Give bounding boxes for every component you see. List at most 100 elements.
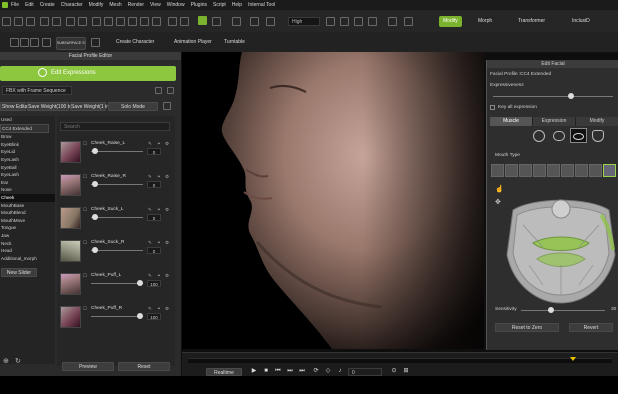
- edit-icon[interactable]: ✎: [148, 240, 152, 246]
- create-character-button[interactable]: Create Character: [112, 37, 158, 48]
- edit-icon[interactable]: ✎: [148, 273, 152, 279]
- animation-player-button[interactable]: Animation Player: [170, 37, 216, 48]
- grid-icon[interactable]: [326, 17, 335, 26]
- slider-handle[interactable]: [92, 247, 98, 253]
- solo-mode-button[interactable]: Solo Mode: [108, 102, 158, 111]
- list-item[interactable]: EyeLash: [0, 156, 55, 164]
- mouth-type-option[interactable]: [575, 164, 588, 177]
- view-icon[interactable]: [340, 17, 349, 26]
- transformer-button[interactable]: Transformer: [514, 16, 549, 27]
- material-icon[interactable]: [152, 17, 161, 26]
- mouth-type-option[interactable]: [505, 164, 518, 177]
- menu-view[interactable]: View: [150, 2, 161, 8]
- select-icon[interactable]: [198, 16, 207, 25]
- gear-icon[interactable]: ⚙: [165, 273, 169, 279]
- edit-icon[interactable]: ✎: [148, 174, 152, 180]
- sensitivity-handle[interactable]: [548, 307, 554, 313]
- list-item[interactable]: EyeLid: [0, 148, 55, 156]
- revert-button[interactable]: Revert: [569, 323, 613, 332]
- mouth-type-option-selected[interactable]: [603, 164, 616, 177]
- bake-icon[interactable]: [42, 38, 51, 47]
- mouth-type-option[interactable]: [561, 164, 574, 177]
- tab-expression[interactable]: Expression: [533, 117, 576, 126]
- list-item[interactable]: Jaw: [0, 232, 55, 240]
- head-icon[interactable]: [533, 130, 545, 142]
- reset-button[interactable]: Reset: [118, 362, 170, 371]
- crosshair-icon[interactable]: ⊕: [3, 357, 11, 365]
- search-input[interactable]: Search: [60, 122, 170, 131]
- slider-value[interactable]: 100: [147, 313, 161, 320]
- open-project-icon[interactable]: [14, 17, 23, 26]
- list-item[interactable]: MouthBlend: [0, 209, 55, 217]
- link-icon[interactable]: ⚭: [157, 240, 161, 246]
- import-icon[interactable]: [40, 17, 49, 26]
- list-item[interactable]: Tongue: [0, 224, 55, 232]
- shaded-icon[interactable]: [368, 17, 377, 26]
- mouth-type-option[interactable]: [519, 164, 532, 177]
- slider-track[interactable]: [91, 283, 143, 284]
- muscle-map[interactable]: [503, 195, 618, 305]
- character-icon[interactable]: [92, 17, 101, 26]
- sculpt-icon[interactable]: [10, 38, 19, 47]
- menu-edit[interactable]: Edit: [25, 2, 34, 8]
- loop-icon[interactable]: ⟳: [312, 368, 320, 375]
- edit-icon[interactable]: ✎: [148, 141, 152, 147]
- slider-track[interactable]: [91, 151, 143, 152]
- 3d-viewport[interactable]: [182, 52, 484, 349]
- slider-track[interactable]: [91, 316, 143, 317]
- mouth-type-option[interactable]: [491, 164, 504, 177]
- list-item[interactable]: Brow: [0, 133, 55, 141]
- move-icon[interactable]: [212, 17, 221, 26]
- folder-icon[interactable]: [155, 87, 162, 94]
- slider-value[interactable]: 0: [147, 181, 161, 188]
- key-all-checkbox[interactable]: [490, 105, 495, 110]
- jaw-icon[interactable]: [592, 130, 604, 142]
- pose-icon[interactable]: [116, 17, 125, 26]
- eye-icon[interactable]: [553, 131, 565, 141]
- slider-value[interactable]: 100: [147, 280, 161, 287]
- morph-icon[interactable]: [104, 17, 113, 26]
- menu-help[interactable]: Help: [232, 2, 242, 8]
- tab-modify[interactable]: Modify: [576, 117, 618, 126]
- new-project-icon[interactable]: [2, 17, 11, 26]
- stop-icon[interactable]: ■: [262, 368, 270, 375]
- list-item[interactable]: CC4 Extended: [0, 123, 49, 134]
- skin-icon[interactable]: [20, 38, 29, 47]
- new-slider-button[interactable]: New Slider: [1, 268, 37, 278]
- slider-handle[interactable]: [92, 148, 98, 154]
- preview-button[interactable]: Preview: [62, 362, 114, 371]
- gear-icon[interactable]: ⚙: [165, 240, 169, 246]
- wrinkle-icon[interactable]: [30, 38, 39, 47]
- edit-icon[interactable]: ✎: [148, 306, 152, 312]
- link-icon[interactable]: ⚭: [157, 273, 161, 279]
- menu-render[interactable]: Render: [128, 2, 144, 8]
- slider-track[interactable]: [91, 184, 143, 185]
- gear-icon[interactable]: ⚙: [165, 306, 169, 312]
- timeline-track[interactable]: [188, 358, 612, 363]
- checkbox-icon[interactable]: ☐: [83, 306, 87, 312]
- redo-icon[interactable]: [180, 17, 189, 26]
- previous-frame-icon[interactable]: ⏮: [274, 368, 282, 375]
- show-editability-button[interactable]: Show Editability: [0, 102, 37, 111]
- turntable-button[interactable]: Turntable: [220, 37, 249, 48]
- gear-icon[interactable]: ⚙: [165, 207, 169, 213]
- inclus-button[interactable]: InclusiD: [568, 16, 594, 27]
- mouth-type-option[interactable]: [533, 164, 546, 177]
- timeline-settings-icon[interactable]: ⊞: [402, 368, 410, 375]
- settings-icon[interactable]: [163, 102, 171, 110]
- lightbulb-icon[interactable]: [404, 17, 413, 26]
- slider-value[interactable]: 0: [147, 247, 161, 254]
- menu-window[interactable]: Window: [167, 2, 185, 8]
- list-item[interactable]: Neck: [0, 240, 55, 248]
- align-icon[interactable]: [266, 17, 275, 26]
- tab-muscle[interactable]: Muscle: [490, 117, 533, 126]
- export-file-icon[interactable]: [167, 87, 174, 94]
- undo-icon[interactable]: [168, 17, 177, 26]
- list-item[interactable]: Head: [0, 247, 55, 255]
- play-icon[interactable]: ▶: [250, 368, 258, 375]
- light-icon[interactable]: [388, 17, 397, 26]
- mouth-type-option[interactable]: [547, 164, 560, 177]
- edit-expressions-button[interactable]: Edit Expressions: [0, 66, 176, 81]
- slider-value[interactable]: 0: [147, 214, 161, 221]
- reset-to-zero-button[interactable]: Reset to Zero: [495, 323, 559, 332]
